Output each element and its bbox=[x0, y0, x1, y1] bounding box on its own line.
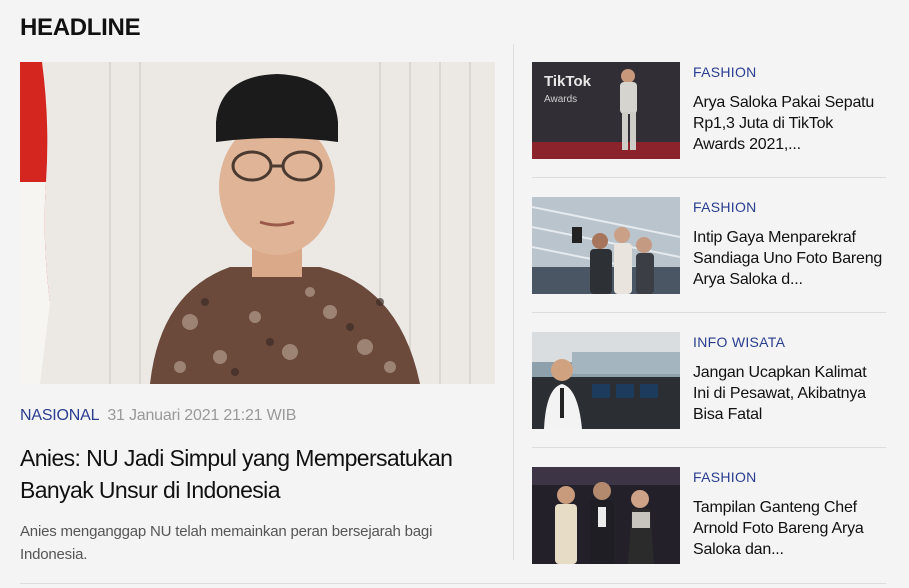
headline-date: 31 Januari 2021 21:21 WIB bbox=[107, 407, 297, 424]
headline-article[interactable]: NASIONAL 31 Januari 2021 21:21 WIB Anies:… bbox=[20, 62, 495, 566]
side-divider bbox=[532, 312, 886, 313]
side-divider bbox=[532, 177, 886, 178]
side-article-category[interactable]: INFO WISATA bbox=[693, 334, 883, 350]
side-article-thumbnail[interactable] bbox=[532, 332, 680, 429]
side-article-category[interactable]: FASHION bbox=[693, 199, 883, 215]
side-article-title[interactable]: Jangan Ucapkan Kalimat Ini di Pesawat, A… bbox=[693, 362, 883, 425]
tiktok-awards-text: Awards bbox=[544, 94, 577, 105]
column-divider bbox=[513, 44, 514, 560]
side-article[interactable]: INFO WISATA Jangan Ucapkan Kalimat Ini d… bbox=[532, 332, 886, 429]
side-article-category[interactable]: FASHION bbox=[693, 64, 883, 80]
side-article-thumbnail[interactable] bbox=[532, 197, 680, 294]
headline-title[interactable]: Anies: NU Jadi Simpul yang Mempersatukan… bbox=[20, 442, 495, 506]
headline-description: Anies menganggap NU telah memainkan pera… bbox=[20, 523, 433, 563]
headline-meta: NASIONAL 31 Januari 2021 21:21 WIB bbox=[20, 406, 495, 426]
side-article-thumbnail[interactable] bbox=[532, 467, 680, 564]
side-article[interactable]: FASHION Intip Gaya Menparekraf Sandiaga … bbox=[532, 197, 886, 294]
side-article-list: TikTok Awards FASHION Arya Saloka Pakai … bbox=[532, 62, 886, 564]
side-divider bbox=[532, 447, 886, 448]
side-article-title[interactable]: Intip Gaya Menparekraf Sandiaga Uno Foto… bbox=[693, 227, 883, 290]
side-article-category[interactable]: FASHION bbox=[693, 469, 883, 485]
side-article-title[interactable]: Arya Saloka Pakai Sepatu Rp1,3 Juta di T… bbox=[693, 92, 883, 155]
bottom-divider bbox=[20, 583, 886, 584]
headline-category[interactable]: NASIONAL bbox=[20, 407, 100, 424]
side-article-thumbnail[interactable]: TikTok Awards bbox=[532, 62, 680, 159]
headline-image[interactable] bbox=[20, 62, 495, 384]
side-article-title[interactable]: Tampilan Ganteng Chef Arnold Foto Bareng… bbox=[693, 497, 883, 560]
section-title: HEADLINE bbox=[20, 14, 141, 41]
side-article[interactable]: FASHION Tampilan Ganteng Chef Arnold Fot… bbox=[532, 467, 886, 564]
side-article[interactable]: TikTok Awards FASHION Arya Saloka Pakai … bbox=[532, 62, 886, 159]
tiktok-logo-text: TikTok bbox=[544, 73, 592, 90]
